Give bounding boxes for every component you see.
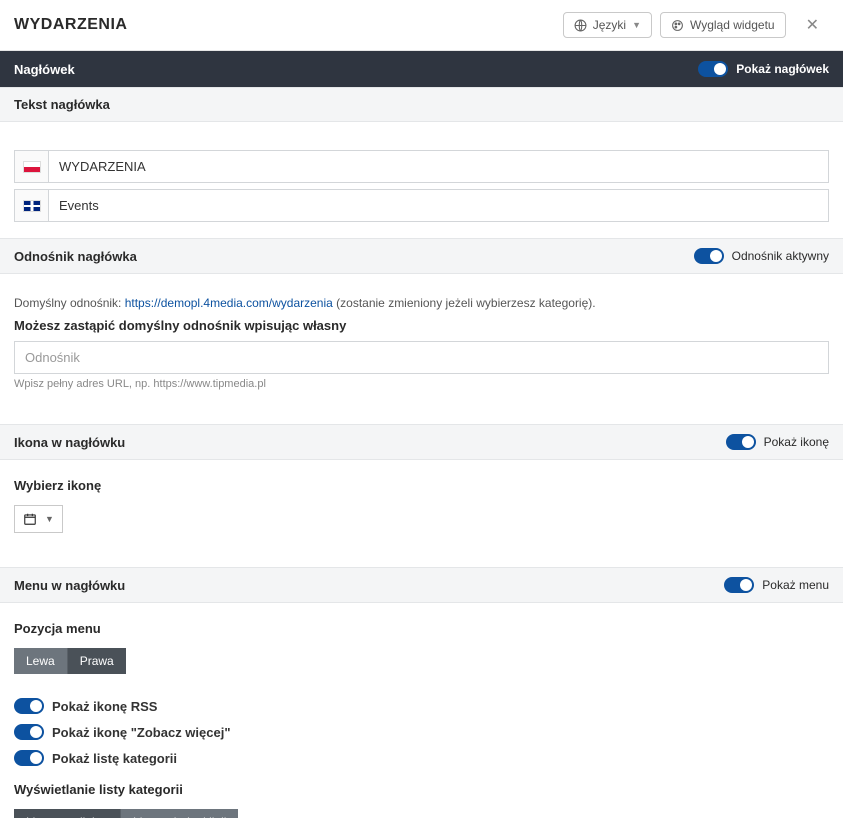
more-toggle-row: Pokaż ikonę "Zobacz więcej" — [14, 724, 829, 740]
chevron-down-icon: ▼ — [45, 514, 54, 524]
section-header-icon-label: Ikona w nagłówku — [14, 435, 125, 450]
modal-header: WYDARZENIA Języki ▼ Wygląd widgetu ✕ — [0, 0, 843, 51]
link-active-toggle[interactable] — [694, 248, 724, 264]
close-button[interactable]: ✕ — [800, 15, 825, 35]
menu-position-left[interactable]: Lewa — [14, 648, 67, 674]
rss-toggle[interactable] — [14, 698, 44, 714]
section-header-label: Nagłówek — [14, 62, 75, 77]
show-menu-toggle-wrap: Pokaż menu — [724, 577, 829, 593]
widget-appearance-button-label: Wygląd widgetu — [690, 18, 775, 32]
rss-toggle-label: Pokaż ikonę RSS — [52, 699, 157, 714]
rss-toggle-row: Pokaż ikonę RSS — [14, 698, 829, 714]
header-text-pl-input[interactable] — [49, 151, 828, 182]
cat-display-inline[interactable]: Lista w jednej linii — [120, 809, 238, 818]
more-toggle[interactable] — [14, 724, 44, 740]
show-header-toggle-label: Pokaż nagłówek — [736, 62, 829, 76]
languages-button[interactable]: Języki ▼ — [563, 12, 652, 38]
chevron-down-icon: ▼ — [632, 20, 641, 30]
languages-button-label: Języki — [593, 18, 626, 32]
menu-position-right[interactable]: Prawa — [67, 648, 126, 674]
section-header-link-label: Odnośnik nagłówka — [14, 249, 137, 264]
catlist-toggle-label: Pokaż listę kategorii — [52, 751, 177, 766]
link-active-toggle-wrap: Odnośnik aktywny — [694, 248, 829, 264]
scroll-area[interactable]: Nagłówek Pokaż nagłówek Tekst nagłówka O… — [0, 51, 843, 818]
choose-icon-label: Wybierz ikonę — [14, 478, 829, 493]
header-actions: Języki ▼ Wygląd widgetu ✕ — [563, 12, 825, 38]
menu-position-label: Pozycja menu — [14, 621, 829, 636]
section-header-link: Odnośnik nagłówka Odnośnik aktywny — [0, 238, 843, 274]
menu-position-group: Lewa Prawa — [14, 648, 126, 674]
default-link-text: Domyślny odnośnik: https://demopl.4media… — [14, 296, 829, 310]
default-link-prefix: Domyślny odnośnik: — [14, 296, 125, 310]
header-text-en-input[interactable] — [49, 190, 828, 221]
catlist-toggle[interactable] — [14, 750, 44, 766]
icon-picker[interactable]: ▼ — [14, 505, 63, 533]
override-link-hint: Wpisz pełny adres URL, np. https://www.t… — [14, 378, 829, 390]
page-title: WYDARZENIA — [14, 16, 127, 34]
more-toggle-label: Pokaż ikonę "Zobacz więcej" — [52, 725, 231, 740]
flag-pl-icon — [15, 151, 49, 182]
cat-display-dropdown[interactable]: Lista rozwijalna — [14, 809, 120, 818]
section-header-text: Tekst nagłówka — [0, 87, 843, 122]
catlist-toggle-row: Pokaż listę kategorii — [14, 750, 829, 766]
show-header-toggle-wrap: Pokaż nagłówek — [698, 61, 829, 77]
section-header-menu-label: Menu w nagłówku — [14, 578, 125, 593]
link-active-toggle-label: Odnośnik aktywny — [732, 249, 829, 263]
show-header-toggle[interactable] — [698, 61, 728, 77]
widget-appearance-button[interactable]: Wygląd widgetu — [660, 12, 786, 38]
show-icon-toggle-label: Pokaż ikonę — [764, 435, 829, 449]
palette-icon — [671, 19, 684, 32]
override-link-label: Możesz zastąpić domyślny odnośnik wpisuj… — [14, 318, 829, 333]
cat-display-group: Lista rozwijalna Lista w jednej linii — [14, 809, 238, 818]
header-text-en-row — [14, 189, 829, 222]
show-menu-toggle[interactable] — [724, 577, 754, 593]
show-icon-toggle[interactable] — [726, 434, 756, 450]
section-header-icon: Ikona w nagłówku Pokaż ikonę — [0, 424, 843, 460]
section-header-text-label: Tekst nagłówka — [14, 97, 110, 112]
flag-gb-icon — [15, 190, 49, 221]
calendar-icon — [23, 512, 37, 526]
default-link-url[interactable]: https://demopl.4media.com/wydarzenia — [125, 296, 333, 310]
section-header-menu: Menu w nagłówku Pokaż menu — [0, 567, 843, 603]
show-menu-toggle-label: Pokaż menu — [762, 578, 829, 592]
override-link-input[interactable] — [15, 342, 211, 373]
default-link-suffix: (zostanie zmieniony jeżeli wybierzesz ka… — [333, 296, 596, 310]
section-header-naglowek: Nagłówek Pokaż nagłówek — [0, 51, 843, 87]
cat-display-label: Wyświetlanie listy kategorii — [14, 782, 829, 797]
header-text-pl-row — [14, 150, 829, 183]
show-icon-toggle-wrap: Pokaż ikonę — [726, 434, 829, 450]
globe-icon — [574, 19, 587, 32]
